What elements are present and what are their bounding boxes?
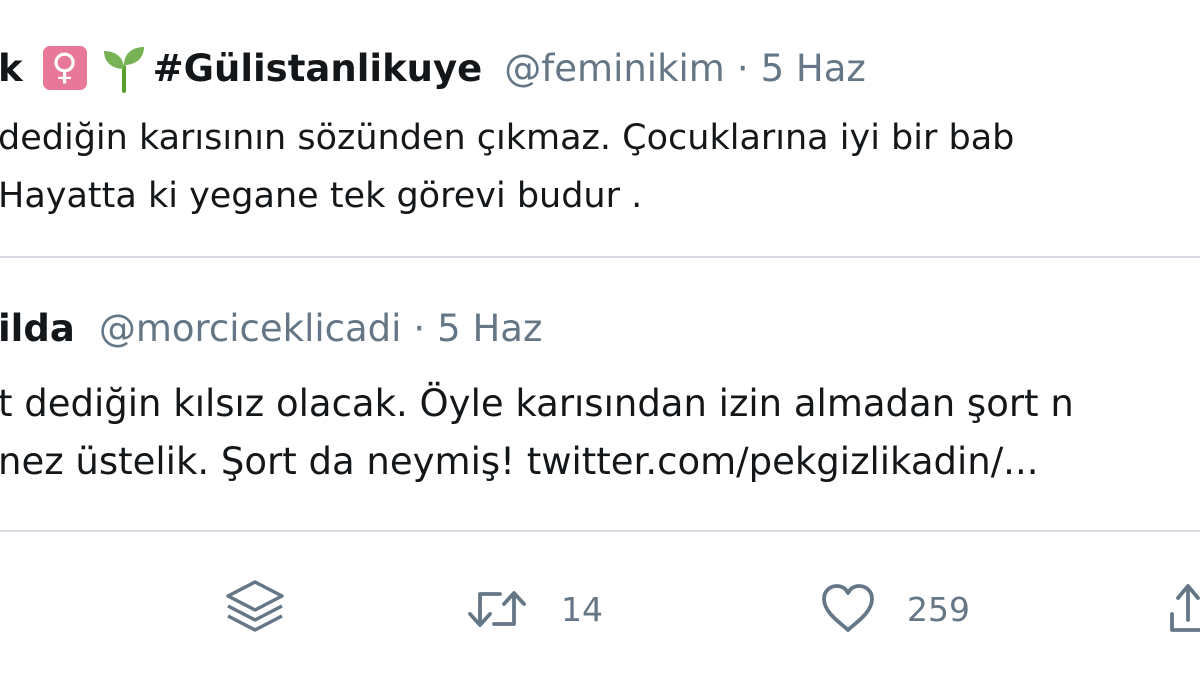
quote-divider-bottom xyxy=(0,530,1200,532)
quoted-tweet-date[interactable]: 5 Haz xyxy=(437,307,542,350)
female-sign-icon: ♀ xyxy=(42,46,87,90)
quoted-tweet-header[interactable]: ilda @morciceklicadi · 5 Haz xyxy=(0,298,542,358)
author-handle[interactable]: @feminikim xyxy=(504,47,725,90)
like-count: 259 xyxy=(907,590,970,629)
tweet-text-line-1: dediğin karısının sözünden çıkmaz. Çocuk… xyxy=(0,118,1015,158)
heart-icon[interactable] xyxy=(820,583,876,635)
author-name[interactable]: k xyxy=(0,47,23,90)
stack-icon[interactable] xyxy=(222,576,288,636)
tweet-text-line-2: Hayatta ki yegane tek görevi budur . xyxy=(0,176,643,216)
separator-dot: · xyxy=(413,306,426,350)
tweet-header: k ♀ #Gülistanlikuye @feminikim · 5 Haz xyxy=(0,38,866,98)
quoted-tweet-text-line-2[interactable]: nez üstelik. Şort da neymiş! twitter.com… xyxy=(0,440,1038,483)
quoted-author-handle[interactable]: @morciceklicadi xyxy=(99,307,402,350)
separator-dot: · xyxy=(736,46,749,90)
share-icon[interactable] xyxy=(1168,580,1200,638)
quote-divider-top xyxy=(0,256,1200,258)
tweet-date[interactable]: 5 Haz xyxy=(761,47,866,90)
seedling-icon xyxy=(103,47,144,93)
quoted-author-name[interactable]: ilda xyxy=(0,307,75,350)
author-hashtag-name[interactable]: #Gülistanlikuye xyxy=(153,47,483,90)
retweet-icon[interactable] xyxy=(466,584,528,634)
quoted-tweet-text-line-1: t dediğin kılsız olacak. Öyle karısından… xyxy=(0,382,1074,425)
retweet-count: 14 xyxy=(561,590,603,629)
